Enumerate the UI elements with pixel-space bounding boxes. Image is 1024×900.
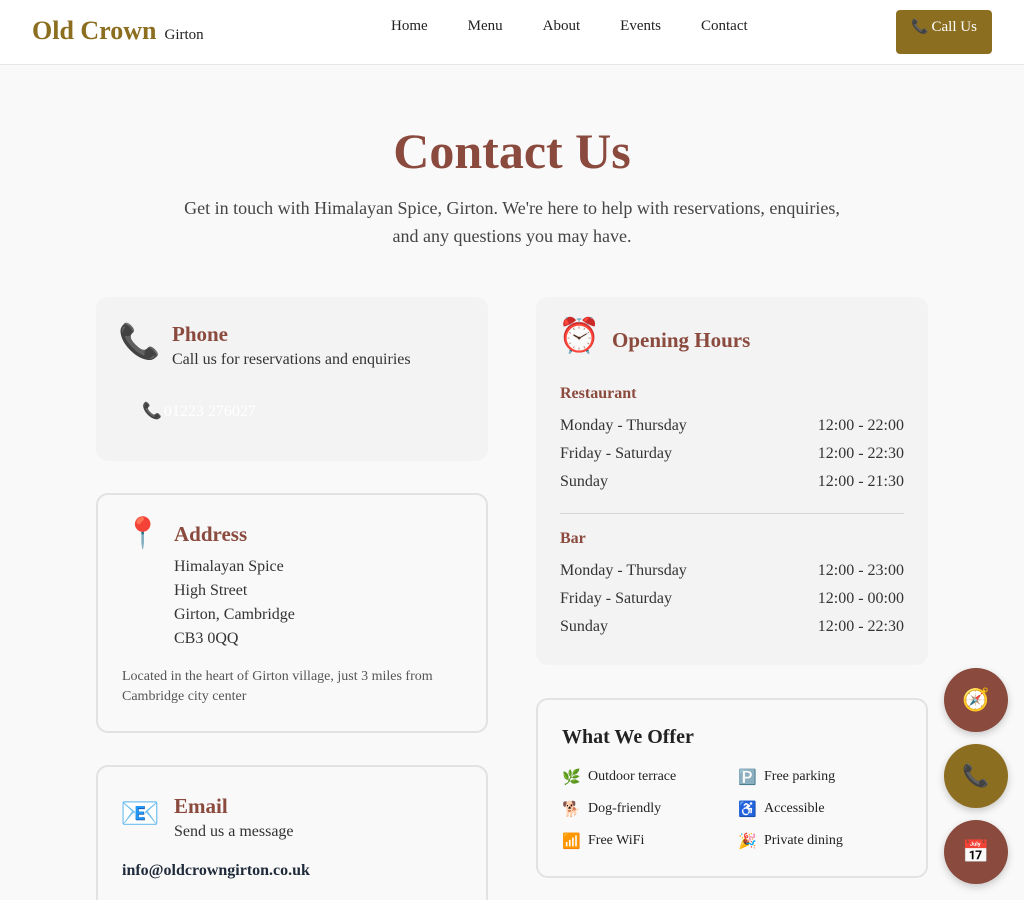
offer-label: Accessible <box>764 801 825 816</box>
offer-label: Private dining <box>764 833 843 848</box>
directions-fab-button[interactable]: 🧭 <box>944 668 1008 732</box>
alarm-clock-icon: ⏰ <box>558 316 601 356</box>
address-line: Girton, Cambridge <box>174 606 295 623</box>
brand-logo[interactable]: Old Crown Girton <box>32 16 204 46</box>
address-line: High Street <box>174 582 248 599</box>
offer-item: 🐕 Dog-friendly <box>562 799 738 819</box>
nav-link-contact[interactable]: Contact <box>701 18 748 35</box>
offer-item: 🅿️ Free parking <box>738 767 906 787</box>
phone-icon: 📞 <box>142 403 162 420</box>
calendar-icon: 📅 <box>962 839 990 865</box>
hours-section-title: Restaurant <box>560 385 637 402</box>
hours-row: Friday - Saturday 12:00 - 22:30 <box>560 445 904 473</box>
hours-time: 12:00 - 22:30 <box>817 618 904 635</box>
call-us-button[interactable]: 📞 Call Us <box>896 10 992 54</box>
hours-row: Monday - Thursday 12:00 - 22:00 <box>560 417 904 445</box>
email-address-link[interactable]: info@oldcrowngirton.co.uk <box>122 862 310 880</box>
compass-icon: 🧭 <box>962 687 990 713</box>
nav-link-events[interactable]: Events <box>620 18 661 35</box>
hours-time: 12:00 - 22:00 <box>817 417 904 434</box>
phone-icon: 📞 <box>911 19 929 35</box>
address-card: 📍 Address Himalayan Spice High Street Gi… <box>96 493 488 733</box>
telephone-icon: 📞 <box>118 322 161 362</box>
hours-row: Sunday 12:00 - 22:30 <box>560 618 904 646</box>
parking-icon: 🅿️ <box>738 769 757 786</box>
offer-item: 🌿 Outdoor terrace <box>562 767 738 787</box>
address-note: Located in the heart of Girton village, … <box>122 669 433 704</box>
hours-time: 12:00 - 21:30 <box>817 473 904 490</box>
offer-item: 🎉 Private dining <box>738 831 906 851</box>
brand-name: Old Crown <box>32 16 157 45</box>
hours-section-restaurant: Restaurant Monday - Thursday 12:00 - 22:… <box>560 385 904 501</box>
offer-label: Dog-friendly <box>588 801 662 816</box>
address-block: Himalayan Spice High Street Girton, Camb… <box>174 555 295 651</box>
hours-row: Friday - Saturday 12:00 - 00:00 <box>560 590 904 618</box>
hours-day: Sunday <box>560 618 608 635</box>
email-title: Email <box>174 794 228 818</box>
call-us-label: Call Us <box>931 18 977 35</box>
hours-day: Sunday <box>560 473 608 490</box>
page-intro: Get in touch with Himalayan Spice, Girto… <box>184 198 840 246</box>
offer-list: 🌿 Outdoor terrace 🅿️ Free parking 🐕 Dog-fri… <box>562 767 906 851</box>
opening-hours-card: ⏰ Opening Hours Restaurant Monday - Thur… <box>536 297 928 665</box>
address-title: Address <box>174 522 248 546</box>
signal-icon: 📶 <box>562 833 581 850</box>
hours-row: Sunday 12:00 - 21:30 <box>560 473 904 501</box>
phone-title: Phone <box>172 322 229 346</box>
phone-subtitle: Call us for reservations and enquiries <box>172 351 411 368</box>
offer-label: Free parking <box>764 769 836 784</box>
hours-day: Monday - Thursday <box>560 562 687 579</box>
email-card: 📧 Email Send us a message info@oldcrowng… <box>96 765 488 900</box>
address-line: Himalayan Spice <box>174 558 284 575</box>
phone-number-link[interactable]: 📞 01223 276027 <box>142 401 256 421</box>
hours-title: Opening Hours <box>612 328 751 352</box>
offer-item: 📶 Free WiFi <box>562 831 738 851</box>
party-popper-icon: 🎉 <box>738 833 757 850</box>
hours-day: Friday - Saturday <box>560 445 672 462</box>
what-we-offer-card: What We Offer 🌿 Outdoor terrace 🅿️ Free pa… <box>536 698 928 878</box>
hours-day: Friday - Saturday <box>560 590 672 607</box>
brand-location: Girton <box>164 27 204 43</box>
page-title: Contact Us <box>393 123 631 179</box>
wheelchair-icon: ♿ <box>738 801 757 818</box>
hours-day: Monday - Thursday <box>560 417 687 434</box>
hours-section-bar: Bar Monday - Thursday 12:00 - 23:00 Frid… <box>560 530 904 646</box>
envelope-icon: 📧 <box>120 794 160 832</box>
nav-link-home[interactable]: Home <box>391 18 428 35</box>
main-nav: Home Menu About Events Contact <box>391 18 788 35</box>
phone-card: 📞 Phone Call us for reservations and enq… <box>96 297 488 461</box>
hours-row: Monday - Thursday 12:00 - 23:00 <box>560 562 904 590</box>
phone-number: 01223 276027 <box>163 403 256 420</box>
email-subtitle: Send us a message <box>174 823 294 840</box>
navbar: Old Crown Girton Home Menu About Events … <box>0 0 1024 65</box>
phone-icon: 📞 <box>962 763 990 789</box>
address-line: CB3 0QQ <box>174 630 239 647</box>
hours-time: 12:00 - 23:00 <box>817 562 904 579</box>
book-fab-button[interactable]: 📅 <box>944 820 1008 884</box>
hours-divider <box>560 513 904 514</box>
dog-icon: 🐕 <box>562 801 581 818</box>
hours-section-title: Bar <box>560 530 586 547</box>
offer-title: What We Offer <box>562 726 694 748</box>
hours-time: 12:00 - 22:30 <box>817 445 904 462</box>
offer-label: Outdoor terrace <box>588 769 677 784</box>
nav-link-menu[interactable]: Menu <box>468 18 503 35</box>
call-fab-button[interactable]: 📞 <box>944 744 1008 808</box>
hours-time: 12:00 - 00:00 <box>817 590 904 607</box>
herb-icon: 🌿 <box>562 769 581 786</box>
offer-item: ♿ Accessible <box>738 799 906 819</box>
offer-label: Free WiFi <box>588 833 645 848</box>
nav-link-about[interactable]: About <box>543 18 581 35</box>
pushpin-icon: 📍 <box>124 516 162 551</box>
